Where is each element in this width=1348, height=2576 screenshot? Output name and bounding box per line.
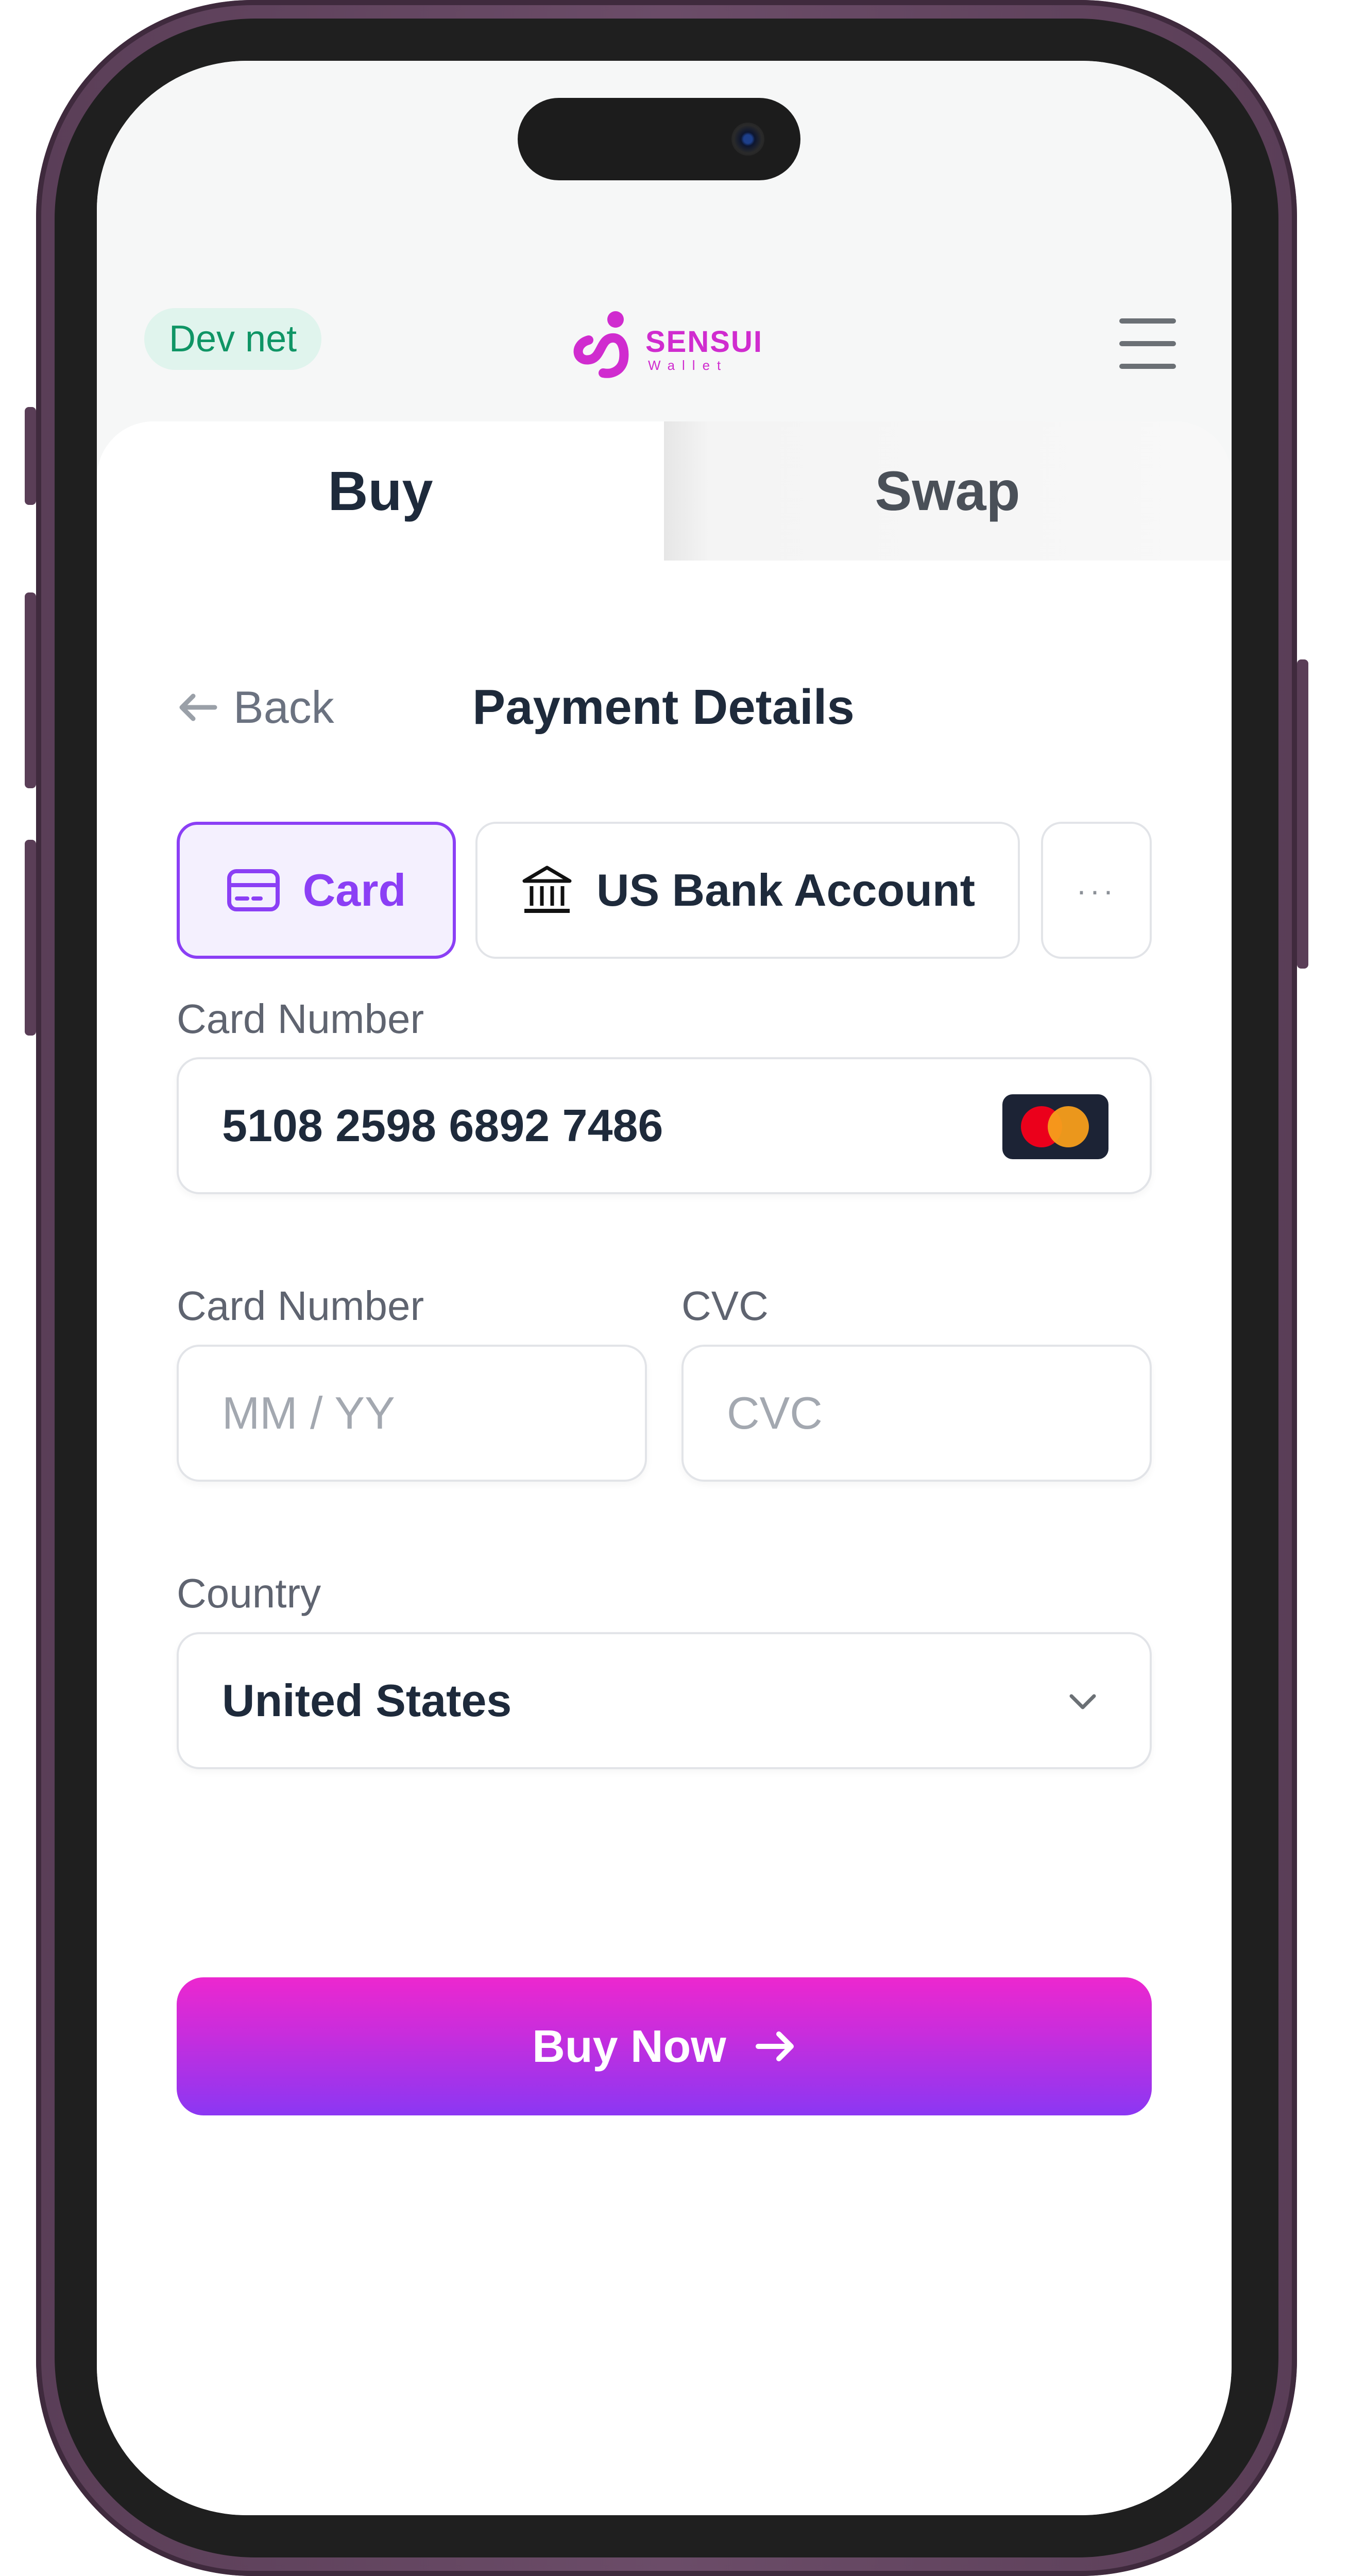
bank-icon [522, 866, 572, 913]
chevron-down-icon [1069, 1694, 1096, 1709]
more-icon: ··· [1076, 873, 1117, 908]
side-button-power [1297, 659, 1308, 969]
cvc-label: CVC [681, 1283, 769, 1329]
camera-icon [731, 123, 764, 156]
back-label: Back [233, 682, 334, 733]
tab-swap[interactable]: Swap [664, 421, 1231, 561]
buy-now-button[interactable]: Buy Now [177, 1977, 1152, 2115]
buy-now-label: Buy Now [532, 2021, 726, 2072]
method-bank-label: US Bank Account [596, 865, 976, 916]
cvc-placeholder: CVC [727, 1387, 823, 1438]
country-value: United States [222, 1675, 512, 1726]
phone-screen: Dev net SENSUI Wallet Buy Swap Back Paym… [97, 61, 1232, 2515]
back-button[interactable]: Back [177, 679, 334, 736]
mastercard-icon [1002, 1094, 1108, 1159]
hamburger-menu-icon[interactable] [1119, 318, 1176, 370]
app-logo: SENSUI Wallet [568, 308, 764, 380]
side-button-volume-up [25, 592, 36, 788]
card-number-input[interactable]: 5108 2598 6892 7486 [177, 1057, 1152, 1194]
method-card-button[interactable]: Card [177, 822, 456, 959]
more-methods-button[interactable]: ··· [1041, 822, 1152, 959]
cvc-input[interactable]: CVC [681, 1345, 1152, 1482]
card-number-value: 5108 2598 6892 7486 [222, 1100, 663, 1151]
expiry-placeholder: MM / YY [222, 1387, 395, 1438]
logo-wordmark: SENSUI [645, 325, 763, 359]
network-badge[interactable]: Dev net [144, 308, 322, 370]
page-title: Payment Details [472, 680, 855, 735]
method-bank-button[interactable]: US Bank Account [475, 822, 1020, 959]
country-label: Country [177, 1570, 321, 1616]
expiry-label: Card Number [177, 1283, 424, 1329]
logo-subtitle: Wallet [648, 358, 728, 373]
sensui-logo-icon [573, 311, 629, 378]
method-card-label: Card [302, 865, 406, 916]
trade-panel: Buy Swap Back Payment Details Card US Ba… [97, 421, 1232, 2515]
country-select[interactable]: United States [177, 1632, 1152, 1769]
expiry-input[interactable]: MM / YY [177, 1345, 647, 1482]
credit-card-icon [227, 869, 280, 911]
arrow-left-icon [179, 693, 217, 721]
side-button-volume-down [25, 840, 36, 1036]
arrow-right-icon [755, 2031, 794, 2061]
dynamic-island [518, 98, 800, 180]
side-button-action [25, 407, 36, 505]
tab-buy[interactable]: Buy [97, 421, 664, 561]
card-number-label: Card Number [177, 996, 424, 1042]
